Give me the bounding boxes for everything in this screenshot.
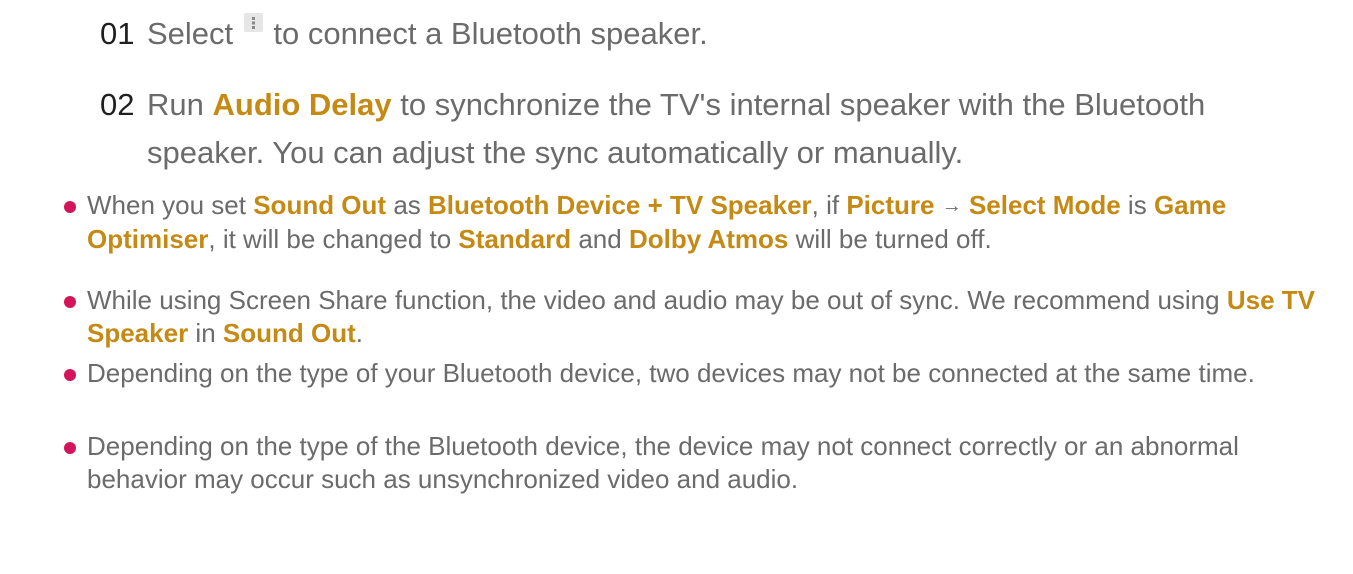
menu-term-audio-delay: Audio Delay [212, 87, 392, 122]
menu-term: Standard [458, 224, 572, 254]
note-text-part: is [1127, 190, 1147, 220]
more-options-icon [243, 13, 263, 32]
note-text-part: in [195, 318, 216, 348]
note-text-part: While using Screen Share function, the v… [87, 285, 1220, 315]
note-text-part: , if [811, 190, 840, 220]
menu-term: Sound Out [253, 190, 387, 220]
note-item: Depending on the type of your Bluetooth … [64, 357, 1324, 390]
note-text-part: as [393, 190, 421, 220]
bullet-icon [64, 369, 76, 381]
step-1: 01 Select to connect a Bluetooth speaker… [100, 10, 1300, 58]
note-text: Depending on the type of your Bluetooth … [87, 358, 1255, 388]
note-text: Depending on the type of the Bluetooth d… [87, 431, 1239, 494]
step-number: 01 [100, 16, 135, 51]
step-text-part: Select [147, 16, 234, 51]
step-2: 02 Run Audio Delay to synchronize the TV… [100, 81, 1300, 177]
note-text-part: will be turned off. [795, 224, 992, 254]
arrow-right-icon: → [941, 195, 962, 217]
step-text-part: Run [147, 87, 204, 122]
step-number: 02 [100, 87, 135, 122]
menu-term: Select Mode [968, 190, 1121, 220]
menu-term: Sound Out [222, 318, 356, 348]
step-text: Select to connect a Bluetooth speaker. [100, 10, 1300, 58]
bullet-icon [64, 201, 76, 213]
step-text-part: to connect a Bluetooth speaker. [273, 16, 708, 51]
note-item: When you set Sound Out as Bluetooth Devi… [64, 189, 1324, 256]
step-text: Run Audio Delay to synchronize the TV's … [100, 81, 1300, 177]
note-text: When you set Sound Out as Bluetooth Devi… [64, 189, 1324, 256]
note-text-part: . [355, 318, 363, 348]
bullet-icon [64, 296, 76, 308]
menu-term: Bluetooth Device + TV Speaker [428, 190, 812, 220]
note-text: While using Screen Share function, the v… [64, 284, 1324, 350]
bullet-icon [64, 442, 76, 454]
note-text-part: When you set [87, 190, 246, 220]
menu-term: Picture [846, 190, 935, 220]
note-text-part: , it will be changed to [208, 224, 452, 254]
note-item: Depending on the type of the Bluetooth d… [64, 430, 1324, 496]
note-text-part: and [578, 224, 622, 254]
menu-term: Dolby Atmos [628, 224, 789, 254]
note-item: While using Screen Share function, the v… [64, 284, 1324, 350]
